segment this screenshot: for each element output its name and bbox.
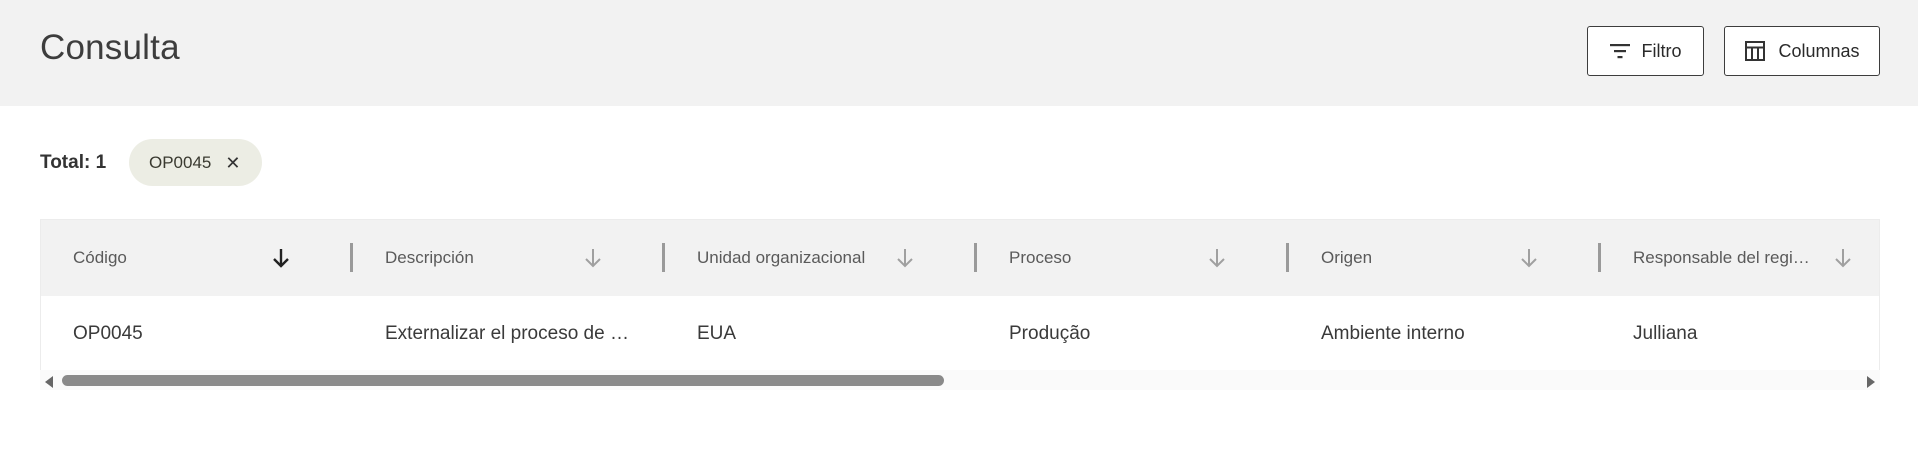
- cell-codigo: OP0045: [73, 322, 143, 344]
- scroll-left-arrow-icon[interactable]: [45, 376, 53, 388]
- filter-icon: [1609, 43, 1630, 59]
- cell-proceso: Produção: [1009, 322, 1091, 344]
- close-icon[interactable]: ✕: [225, 154, 240, 172]
- column-header-unidad[interactable]: Unidad organizacional: [665, 220, 977, 296]
- column-header-origen[interactable]: Origen: [1289, 220, 1601, 296]
- column-header-proceso[interactable]: Proceso: [977, 220, 1289, 296]
- filter-chip-label: OP0045: [149, 152, 212, 172]
- sort-arrow-down-icon[interactable]: [1519, 247, 1539, 269]
- page-header: Consulta Filtro Columnas: [0, 0, 1918, 106]
- sort-arrow-down-icon[interactable]: [271, 247, 291, 269]
- column-header-label: Unidad organizacional: [697, 248, 866, 267]
- sort-arrow-down-icon[interactable]: [1207, 247, 1227, 269]
- column-header-descripcion[interactable]: Descripción: [353, 220, 665, 296]
- scrollbar-thumb[interactable]: [62, 375, 944, 386]
- column-header-label: Responsable del regi…: [1633, 248, 1810, 267]
- columns-button-label: Columnas: [1778, 40, 1860, 61]
- filter-button-label: Filtro: [1641, 40, 1682, 61]
- column-header-label: Código: [73, 248, 127, 267]
- cell-unidad: EUA: [697, 322, 737, 344]
- columns-icon: [1744, 40, 1766, 62]
- cell-descripcion: Externalizar el proceso de …: [385, 322, 629, 344]
- sort-arrow-down-icon[interactable]: [895, 247, 915, 269]
- sort-arrow-down-icon[interactable]: [583, 247, 603, 269]
- cell-origen: Ambiente interno: [1321, 322, 1465, 344]
- page-title: Consulta: [40, 28, 180, 67]
- results-table: Código Descripción Unidad organizacional: [40, 219, 1880, 371]
- column-header-label: Origen: [1321, 248, 1373, 267]
- table-header: Código Descripción Unidad organizacional: [41, 220, 1879, 296]
- column-header-label: Proceso: [1009, 248, 1072, 267]
- column-header-codigo[interactable]: Código: [41, 220, 353, 296]
- filter-chip[interactable]: OP0045 ✕: [129, 139, 262, 186]
- total-count: Total: 1: [40, 152, 107, 173]
- scroll-right-arrow-icon[interactable]: [1867, 376, 1875, 388]
- column-header-responsable[interactable]: Responsable del regi…: [1601, 220, 1881, 296]
- filter-button[interactable]: Filtro: [1587, 26, 1704, 76]
- sort-arrow-down-icon[interactable]: [1833, 247, 1853, 269]
- column-header-label: Descripción: [385, 248, 474, 267]
- columns-button[interactable]: Columnas: [1724, 26, 1880, 76]
- cell-responsable: Julliana: [1633, 322, 1698, 344]
- horizontal-scrollbar[interactable]: [40, 370, 1880, 390]
- table-row[interactable]: OP0045 Externalizar el proceso de … EUA …: [41, 296, 1879, 371]
